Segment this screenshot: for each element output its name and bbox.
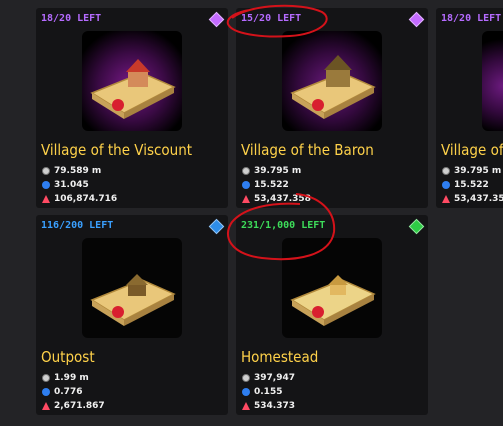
item-thumbnail xyxy=(282,31,382,131)
stat-eth-value: 0.155 xyxy=(254,387,283,397)
scroll-house-image xyxy=(290,275,376,326)
stat-power-value: 106,874.716 xyxy=(54,194,118,204)
stat-storage-value: 79.589 m xyxy=(54,166,102,176)
rarity-diamond-icon xyxy=(208,11,225,28)
stat-eth: 0.776 xyxy=(42,387,82,397)
supply-left-badge: 18/20 LEFT xyxy=(41,13,102,24)
stat-power: 53,437.358 xyxy=(442,194,503,204)
storage-icon xyxy=(42,167,50,175)
supply-left-badge: 231/1,000 LEFT xyxy=(241,220,326,231)
item-thumbnail xyxy=(482,31,503,131)
card-outpost[interactable]: 116/200 LEFT Outpost 1.99 m 0.776 2,671.… xyxy=(36,215,228,415)
eth-icon xyxy=(42,181,50,189)
stat-eth: 15.522 xyxy=(442,180,489,190)
card-homestead[interactable]: 231/1,000 LEFT Homestead 397,947 0.155 5… xyxy=(236,215,428,415)
storage-icon xyxy=(42,374,50,382)
stat-power: 2,671.867 xyxy=(42,401,105,411)
supply-left-badge: 15/20 LEFT xyxy=(241,13,302,24)
power-up-icon xyxy=(242,195,250,203)
stat-power-value: 2,671.867 xyxy=(54,401,105,411)
item-title: Village of the Baron xyxy=(441,141,503,159)
eth-icon xyxy=(242,388,250,396)
scroll-house-image xyxy=(90,274,176,326)
item-thumbnail xyxy=(82,31,182,131)
storage-icon xyxy=(442,167,450,175)
card-village-of-the-viscount[interactable]: 18/20 LEFT Village of the Viscount 79.58… xyxy=(36,8,228,208)
item-title: Village of the Baron xyxy=(241,141,374,159)
stat-storage-value: 1.99 m xyxy=(54,373,89,383)
stat-eth: 31.045 xyxy=(42,180,89,190)
stat-power: 53,437.358 xyxy=(242,194,311,204)
supply-left-badge: 116/200 LEFT xyxy=(41,220,114,231)
card-village-of-the-baron[interactable]: 15/20 LEFT Village of the Baron 39.795 m… xyxy=(236,8,428,208)
storage-icon xyxy=(242,374,250,382)
stat-power: 534.373 xyxy=(242,401,295,411)
item-thumbnail xyxy=(282,238,382,338)
stat-storage: 39.795 m xyxy=(242,166,301,176)
rarity-diamond-icon xyxy=(208,218,225,235)
stat-power-value: 53,437.358 xyxy=(254,194,311,204)
power-up-icon xyxy=(242,402,250,410)
stat-storage-value: 39.795 m xyxy=(254,166,302,176)
stat-eth-value: 31.045 xyxy=(54,180,89,190)
item-title: Homestead xyxy=(241,348,319,366)
power-up-icon xyxy=(42,402,50,410)
rarity-diamond-icon xyxy=(408,11,425,28)
stat-eth: 15.522 xyxy=(242,180,289,190)
stat-power-value: 53,437.358 xyxy=(454,194,503,204)
eth-icon xyxy=(42,388,50,396)
stat-power-value: 534.373 xyxy=(254,401,295,411)
scroll-house-image xyxy=(90,59,176,119)
stat-storage: 39.795 m xyxy=(442,166,501,176)
power-up-icon xyxy=(442,195,450,203)
stat-eth: 0.155 xyxy=(242,387,282,397)
eth-icon xyxy=(442,181,450,189)
item-title: Outpost xyxy=(41,348,95,366)
stat-storage: 79.589 m xyxy=(42,166,101,176)
stat-eth-value: 0.776 xyxy=(54,387,83,397)
stat-eth-value: 15.522 xyxy=(454,180,489,190)
rarity-diamond-icon xyxy=(408,218,425,235)
storage-icon xyxy=(242,167,250,175)
stat-storage: 397,947 xyxy=(242,373,295,383)
card-village-of-the-baron-partial[interactable]: 18/20 LEFT Village of the Baron 39.795 m… xyxy=(436,8,503,208)
supply-left-badge: 18/20 LEFT xyxy=(441,13,502,24)
item-title: Village of the Viscount xyxy=(41,141,193,159)
stat-power: 106,874.716 xyxy=(42,194,117,204)
stat-storage-value: 39.795 m xyxy=(454,166,502,176)
stat-storage-value: 397,947 xyxy=(254,373,295,383)
stat-storage: 1.99 m xyxy=(42,373,89,383)
scroll-house-image xyxy=(290,55,376,119)
power-up-icon xyxy=(42,195,50,203)
item-thumbnail xyxy=(82,238,182,338)
eth-icon xyxy=(242,181,250,189)
stat-eth-value: 15.522 xyxy=(254,180,289,190)
